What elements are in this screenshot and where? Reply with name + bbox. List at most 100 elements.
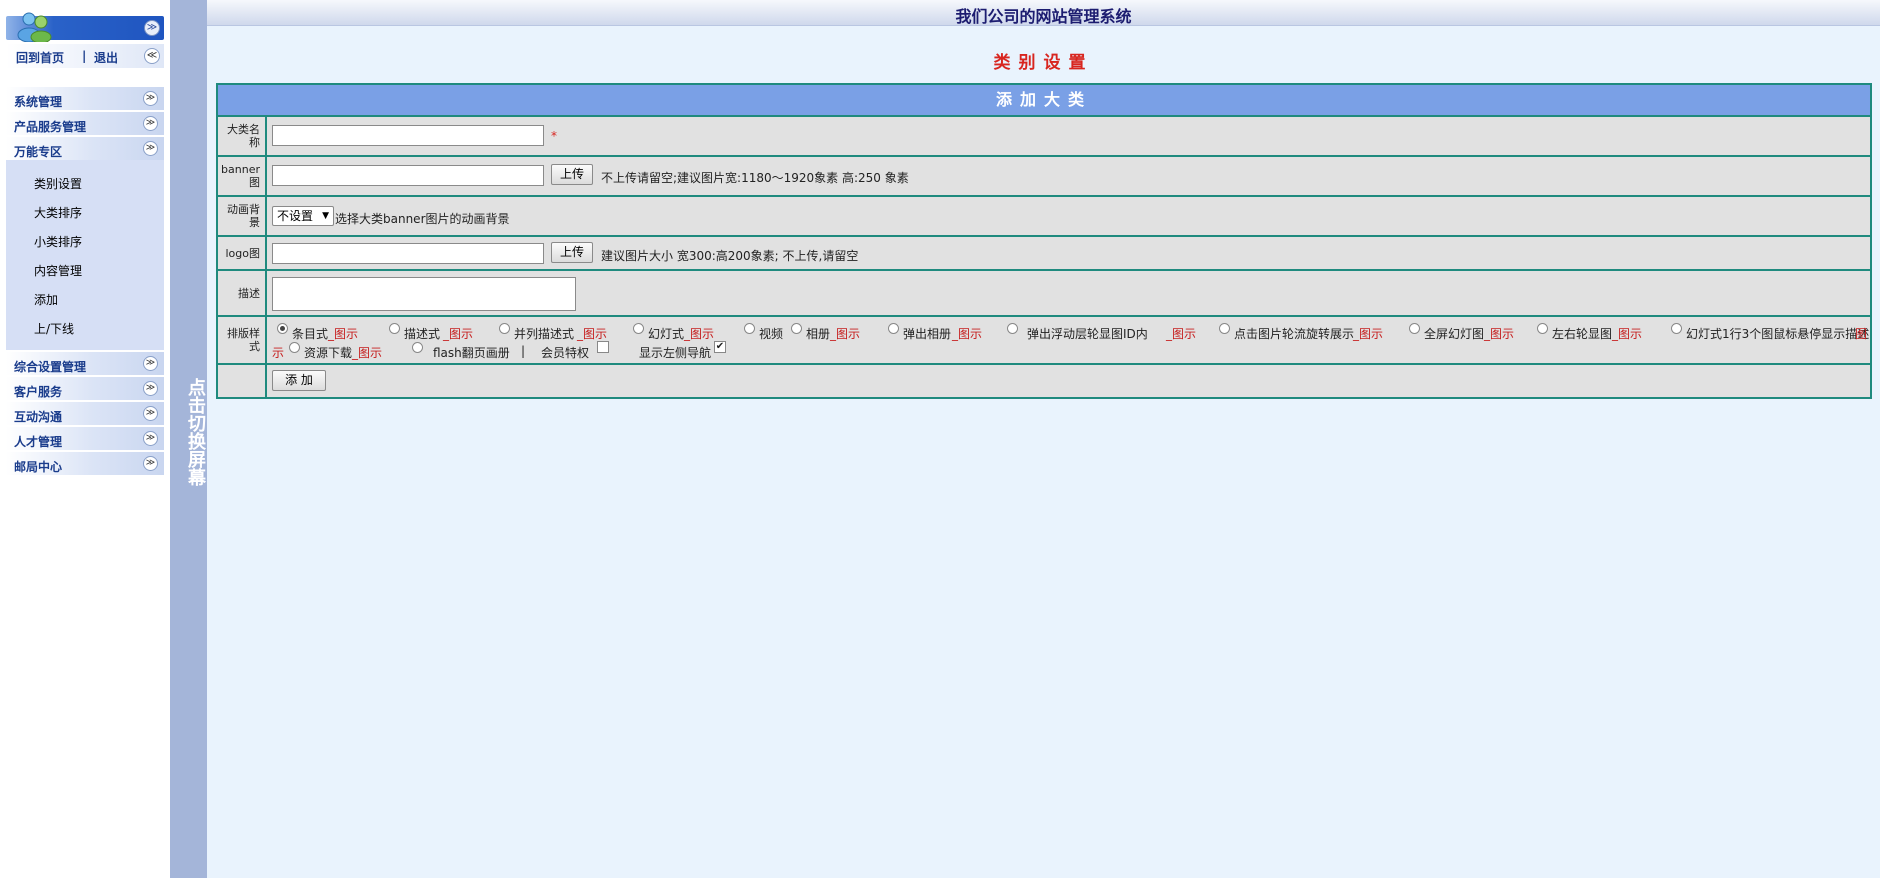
layout-style-label-line2: 式 [249,340,260,353]
radio-style-desc[interactable] [389,323,400,334]
radio-style-slide[interactable] [633,323,644,334]
splitter-label: 点击切换屏幕 [185,378,206,486]
radio-style-popup-float[interactable] [1007,323,1018,334]
banner-cell: 上传 不上传请留空;建议图片宽:1180～1920象素 高:250 象素 [267,157,1870,195]
logout-link[interactable]: 退出 [94,49,118,66]
menu-product-service-label: 产品服务管理 [14,120,87,134]
show-left-nav-checkbox[interactable]: ✔ [714,341,726,353]
layout-style-label-line1: 排版样 [227,327,260,340]
banner-upload-button[interactable]: 上传 [551,164,593,185]
menu-product-service[interactable]: 产品服务管理 ≫ [6,112,164,136]
add-category-form: 添加大类 大类名称 * banner 图 上传 不上传请留空;建议图片宽:1180… [216,83,1872,399]
radio-style-flash[interactable] [412,342,423,353]
menu-mail-center-label: 邮局中心 [14,460,63,474]
option-album-label: 相册 [806,327,831,341]
description-cell [267,271,1870,315]
screen-toggle-splitter[interactable]: 点击切换屏幕 [170,0,207,878]
sidebar-expand-icon[interactable]: ≫ [144,20,160,36]
option-popup-album-preview-link[interactable]: _图示 [952,325,982,342]
menu-customer-service[interactable]: 客户服务 ≫ [6,377,164,401]
submit-cell: 添 加 [267,365,1870,397]
option-download-label: 资源下载 [304,346,353,360]
chevron-down-icon[interactable]: ≫ [143,431,158,446]
page-title: 类别设置 [993,53,1094,73]
radio-style-parallel[interactable] [499,323,510,334]
category-name-input[interactable] [272,125,544,146]
menu-interaction-label: 互动沟通 [14,410,63,424]
logo-label-text: logo图 [225,246,261,260]
chevron-down-icon[interactable]: ≫ [143,116,158,131]
show-left-nav-label: 显示左侧导航 [639,346,712,360]
option-slide3-preview-link[interactable]: 图 [1855,325,1867,342]
option-parallel-label: 并列描述式 [514,327,575,341]
collapse-icon[interactable]: ≪ [144,48,160,64]
option-parallel-preview-link[interactable]: _图示 [577,325,607,342]
radio-style-leftright[interactable] [1537,323,1548,334]
chevron-down-icon[interactable]: ≫ [143,141,158,156]
submenu-item-content-manage[interactable]: 内容管理 [34,262,82,279]
option-leftright-preview-link[interactable]: _图示 [1612,325,1642,342]
description-textarea[interactable] [272,277,576,311]
menu-interaction[interactable]: 互动沟通 ≫ [6,402,164,426]
option-item-label: 条目式 [292,327,329,341]
option-album-preview-link[interactable]: _图示 [830,325,860,342]
top-bar: 我们公司的网站管理系统 [207,0,1880,26]
add-button[interactable]: 添 加 [272,370,326,391]
submenu-item-category-sort[interactable]: 大类排序 [34,204,82,221]
radio-style-album[interactable] [791,323,802,334]
menu-general-settings-label: 综合设置管理 [14,360,87,374]
option-slide3-preview-link-wrap[interactable]: 示 [272,344,284,361]
banner-label-line2: 图 [249,176,260,189]
animation-select-value: 不设置 [277,209,314,223]
banner-input[interactable] [272,165,544,186]
member-privilege-checkbox[interactable] [597,341,609,353]
animation-select[interactable]: 不设置 ▼ [272,206,334,226]
menu-mail-center[interactable]: 邮局中心 ≫ [6,452,164,476]
layout-style-cell: 条目式 _图示 描述式 _图示 并列描述式 _图示 幻灯式 _图示 视频 相册 … [267,317,1870,363]
radio-style-download[interactable] [289,342,300,353]
submenu-item-subcategory-sort[interactable]: 小类排序 [34,233,82,250]
radio-style-video[interactable] [744,323,755,334]
logo-hint: 建议图片大小 宽300:高200象素; 不上传,请留空 [601,249,859,263]
row-description: 描述 [218,271,1870,315]
option-fullscreen-preview-link[interactable]: _图示 [1484,325,1514,342]
radio-style-popup-album[interactable] [888,323,899,334]
chevron-down-icon[interactable]: ≫ [143,406,158,421]
option-desc-preview-link[interactable]: _图示 [443,325,473,342]
radio-style-rotate[interactable] [1219,323,1230,334]
chevron-down-icon[interactable]: ≫ [143,456,158,471]
left-sidebar: ≫ 回到首页 | 退出 ≪ 系统管理 ≫ 产品服务管理 ≫ 万能专区 ≫ 类别设… [0,0,170,878]
home-link[interactable]: 回到首页 [16,49,64,66]
option-popup-float-preview-link[interactable]: _图示 [1166,325,1196,342]
option-item-preview-link[interactable]: _图示 [328,325,358,342]
chevron-down-icon[interactable]: ≫ [143,356,158,371]
option-download-preview-link[interactable]: _图示 [352,344,382,361]
dropdown-arrow-icon: ▼ [322,211,329,221]
menu-universal-label: 万能专区 [14,145,63,159]
option-video-label: 视频 [759,327,784,341]
banner-hint: 不上传请留空;建议图片宽:1180～1920象素 高:250 象素 [601,171,909,185]
radio-style-slide3[interactable] [1671,323,1682,334]
logo-upload-button[interactable]: 上传 [551,242,593,263]
menu-universal[interactable]: 万能专区 ≫ [6,137,164,161]
chevron-down-icon[interactable]: ≫ [143,91,158,106]
menu-talent[interactable]: 人才管理 ≫ [6,427,164,451]
option-slide-preview-link[interactable]: _图示 [684,325,714,342]
menu-system[interactable]: 系统管理 ≫ [6,87,164,111]
app-title: 我们公司的网站管理系统 [955,7,1132,26]
submenu-item-add[interactable]: 添加 [34,291,58,308]
radio-style-item[interactable] [277,323,288,334]
menu-general-settings[interactable]: 综合设置管理 ≫ [6,352,164,376]
row-animation: 动画背景 不设置 ▼ 选择大类banner图片的动画背景 [218,197,1870,235]
logo-cell: 上传 建议图片大小 宽300:高200象素; 不上传,请留空 [267,237,1870,269]
logo-input[interactable] [272,243,544,264]
radio-style-fullscreen[interactable] [1409,323,1420,334]
category-name-label: 大类名称 [218,117,265,155]
animation-label-line2: 景 [249,216,260,229]
submenu-item-online-offline[interactable]: 上/下线 [34,320,74,337]
chevron-down-icon[interactable]: ≫ [143,381,158,396]
option-slide3-label: 幻灯式1行3个图鼠标悬停显示描述 [1686,327,1870,341]
submenu-item-category-settings[interactable]: 类别设置 [34,175,82,192]
option-rotate-preview-link[interactable]: _图示 [1353,325,1383,342]
animation-label-line1: 动画背 [227,203,260,216]
